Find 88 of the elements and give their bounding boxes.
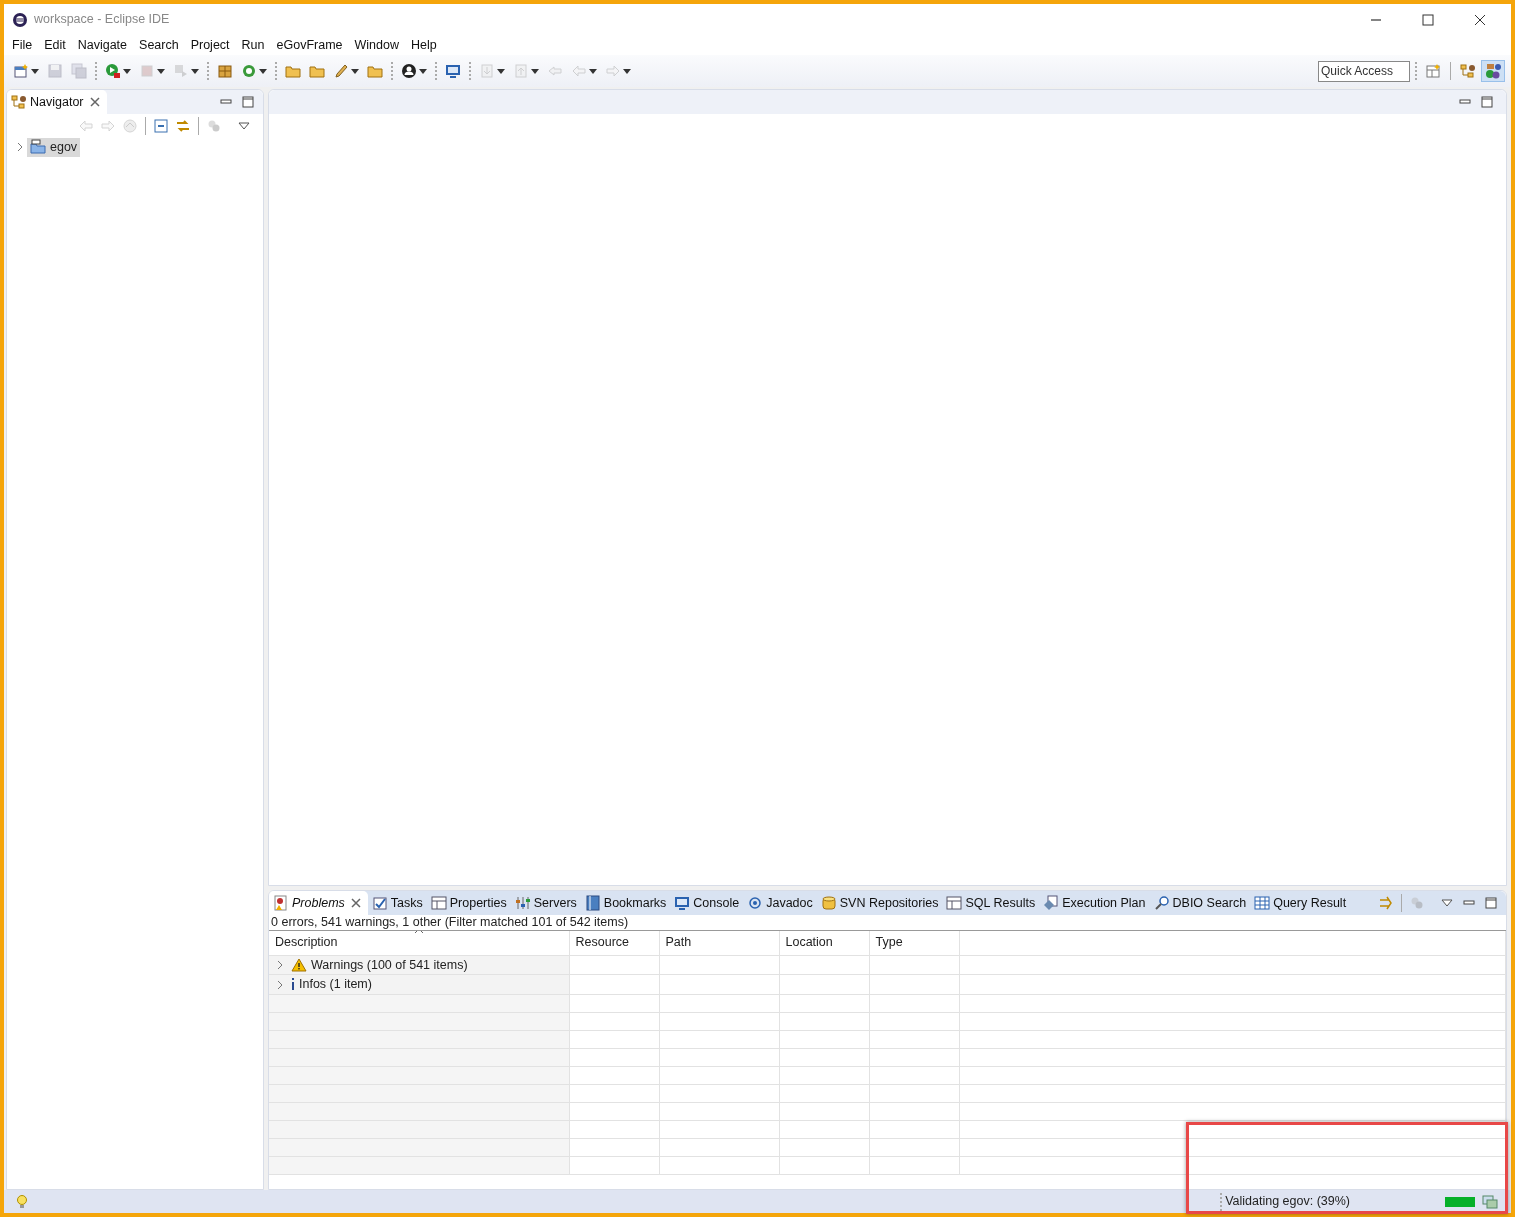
sliders-icon <box>514 895 531 911</box>
refresh-icon <box>241 63 257 79</box>
export-icon <box>513 63 529 79</box>
info-icon <box>291 978 295 992</box>
database-icon <box>820 895 837 911</box>
run-icon <box>105 63 121 79</box>
warning-icon <box>291 956 307 973</box>
book-icon <box>584 895 601 911</box>
skip-icon <box>173 63 189 79</box>
problems-summary: 0 errors, 541 warnings, 1 other (Filter matched 101 of 542 items) <box>269 915 1506 931</box>
column-header[interactable]: Type <box>869 931 959 955</box>
view-tab[interactable]: SQL Results <box>942 891 1040 915</box>
perspective-icon <box>1485 63 1501 79</box>
folder-icon <box>367 63 383 79</box>
tree-item[interactable]: egov <box>27 138 81 157</box>
column-header[interactable]: Resource <box>569 931 659 955</box>
menu-item[interactable]: Project <box>184 35 236 55</box>
menu-item[interactable]: eGovFrame <box>270 35 349 55</box>
column-header[interactable]: Location <box>779 931 869 955</box>
window-title: workspace - Eclipse IDE <box>34 11 170 29</box>
maximize-icon <box>1483 895 1499 911</box>
column-header[interactable]: Path <box>659 931 779 955</box>
view-tab[interactable]: Execution Plan <box>1039 891 1150 915</box>
view-tab[interactable]: Servers <box>510 891 581 915</box>
tree-icon <box>1460 63 1476 79</box>
minimize-icon <box>1370 17 1382 22</box>
stop-icon <box>139 63 155 79</box>
menu-item[interactable]: Edit <box>38 35 72 55</box>
table-icon <box>946 895 963 911</box>
menu-item[interactable]: File <box>6 35 39 55</box>
windows-icon <box>1482 1193 1498 1210</box>
folder-icon <box>285 63 301 79</box>
new-file-icon <box>13 63 29 79</box>
view-tab[interactable]: Query Result <box>1250 891 1351 915</box>
menu-item[interactable]: Navigate <box>71 35 134 55</box>
view-tab[interactable]: Navigator <box>7 90 107 114</box>
view-tab[interactable]: Console <box>670 891 744 915</box>
grid-icon <box>1254 895 1271 911</box>
menu-item[interactable]: Search <box>133 35 185 55</box>
view-tab[interactable]: Javadoc <box>743 891 817 915</box>
problems-icon <box>273 895 289 911</box>
menu-item[interactable]: Window <box>348 35 405 55</box>
open-perspective-icon <box>1425 63 1441 79</box>
search-icon <box>1153 895 1170 911</box>
package-icon <box>217 63 233 79</box>
perspective-button[interactable] <box>1481 60 1505 82</box>
view-tab[interactable]: Problems <box>269 891 368 915</box>
monitor-icon <box>445 63 461 79</box>
back-arrow-icon <box>571 63 587 79</box>
filter-icon <box>206 118 222 134</box>
view-tab[interactable]: Tasks <box>367 891 427 915</box>
import-icon <box>479 63 495 79</box>
monitor-icon <box>674 895 691 911</box>
forward-arrow-icon <box>605 63 621 79</box>
table-icon <box>430 895 447 911</box>
back-arrow-icon <box>78 118 94 134</box>
view-tab[interactable]: Bookmarks <box>580 891 671 915</box>
view-tab[interactable]: Properties <box>426 891 511 915</box>
status-text: Validating egov: (39%) <box>1225 1193 1350 1211</box>
quick-access-field[interactable]: Quick Access <box>1318 60 1410 82</box>
tree-icon <box>11 94 27 110</box>
link-arrows-icon <box>175 118 191 134</box>
project-icon <box>30 139 46 156</box>
forward-arrow-icon <box>100 118 116 134</box>
view-tab[interactable]: SVN Repositories <box>816 891 943 915</box>
lightbulb-icon <box>14 1193 30 1210</box>
save-all-icon <box>71 63 87 79</box>
save-icon <box>47 63 63 79</box>
collapse-icon <box>153 118 169 134</box>
person-icon <box>401 63 417 79</box>
maximize-icon <box>1479 94 1495 110</box>
problem-group: Infos (1 item) <box>299 975 372 994</box>
problem-group: Warnings (100 of 541 items) <box>311 955 468 975</box>
tasks-icon <box>371 895 388 911</box>
column-header[interactable]: Description <box>269 931 569 955</box>
folder-icon <box>309 63 325 79</box>
plan-icon <box>1043 895 1060 911</box>
pin-arrows-icon <box>1378 895 1394 911</box>
menu-item[interactable]: Run <box>235 35 271 55</box>
maximize-icon <box>1420 11 1436 28</box>
menu-item[interactable]: Help <box>404 35 443 55</box>
maximize-icon <box>240 94 256 110</box>
view-tab[interactable]: DBIO Search <box>1149 891 1251 915</box>
brush-icon <box>333 63 349 79</box>
home-icon <box>122 118 138 134</box>
filter-icon <box>1409 895 1425 911</box>
app-logo-icon <box>12 11 28 28</box>
progress-view-button[interactable] <box>1479 1193 1501 1210</box>
